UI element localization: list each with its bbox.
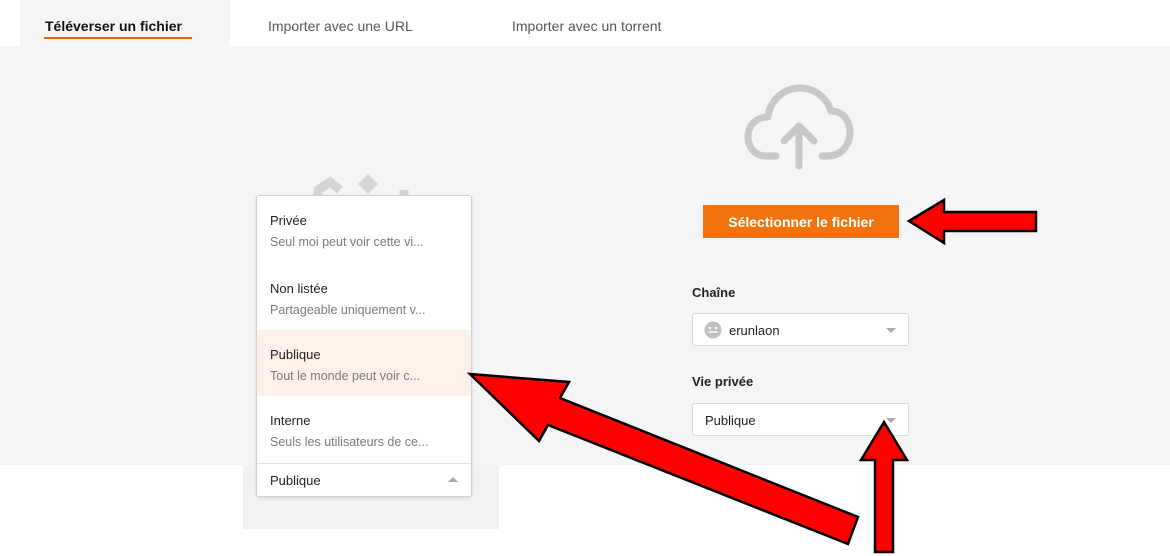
annotation-arrow-option: [466, 372, 860, 546]
annotation-arrow-select: [858, 419, 910, 554]
annotation-arrows: [466, 197, 1038, 554]
annotation-arrow-button: [906, 197, 1038, 246]
